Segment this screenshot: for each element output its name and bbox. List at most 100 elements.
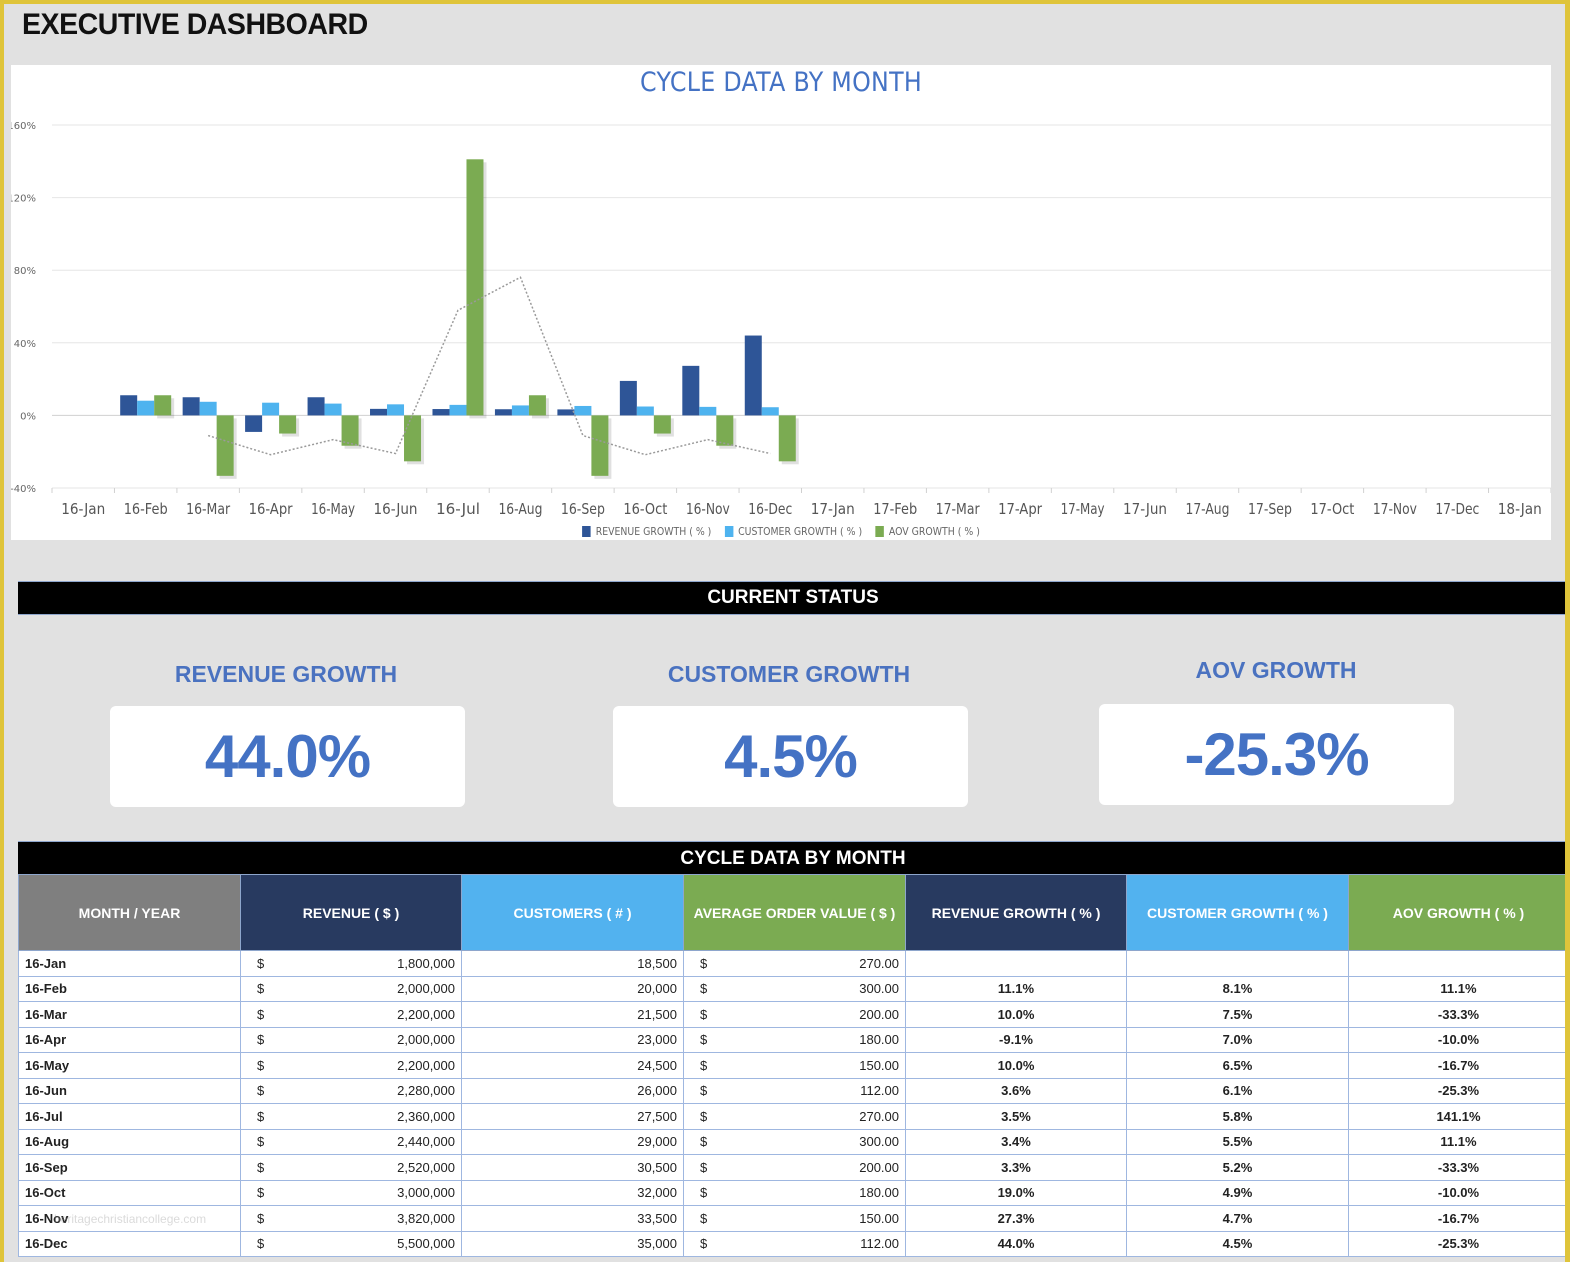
- cell-revenue-growth[interactable]: -9.1%: [905, 1026, 1127, 1053]
- cell-aov[interactable]: $150.00: [683, 1205, 906, 1232]
- cell-revenue-growth[interactable]: 3.6%: [905, 1077, 1127, 1104]
- y-tick-label: 80%: [14, 266, 36, 277]
- cell-revenue[interactable]: $3,820,000: [240, 1205, 462, 1232]
- cell-revenue-growth[interactable]: 44.0%: [905, 1230, 1127, 1257]
- cell-month[interactable]: 16-Dec: [18, 1230, 241, 1257]
- cell-revenue[interactable]: $2,000,000: [240, 975, 462, 1002]
- cell-aov-growth[interactable]: -10.0%: [1348, 1026, 1565, 1053]
- cell-revenue[interactable]: $2,280,000: [240, 1077, 462, 1104]
- cell-revenue-growth[interactable]: 11.1%: [905, 975, 1127, 1002]
- cell-revenue-growth[interactable]: 3.3%: [905, 1154, 1127, 1181]
- cell-revenue-growth[interactable]: [905, 950, 1127, 977]
- cell-month[interactable]: 16-Jun: [18, 1077, 241, 1104]
- cell-month[interactable]: 16-Jan: [18, 950, 241, 977]
- column-header-revenue[interactable]: REVENUE ( $ ): [240, 874, 462, 951]
- cell-month[interactable]: 16-May: [18, 1052, 241, 1079]
- legend-label-aov: AOV GROWTH ( % ): [888, 525, 980, 538]
- cell-month[interactable]: 16-Aug: [18, 1128, 241, 1155]
- cell-month[interactable]: 16-Nov: [18, 1205, 241, 1232]
- cell-aov-growth[interactable]: 11.1%: [1348, 975, 1565, 1002]
- cell-month[interactable]: 16-Apr: [18, 1026, 241, 1053]
- cell-revenue[interactable]: $5,500,000: [240, 1230, 462, 1257]
- cell-aov[interactable]: $112.00: [683, 1230, 906, 1257]
- cell-customer-growth[interactable]: 4.5%: [1126, 1230, 1349, 1257]
- cell-aov-growth[interactable]: 11.1%: [1348, 1128, 1565, 1155]
- cell-customers[interactable]: 29,000: [461, 1128, 684, 1155]
- cell-aov[interactable]: $180.00: [683, 1179, 906, 1206]
- cell-month[interactable]: 16-Mar: [18, 1001, 241, 1028]
- column-header-customers[interactable]: CUSTOMERS ( # ): [461, 874, 684, 951]
- cell-revenue-growth[interactable]: 3.4%: [905, 1128, 1127, 1155]
- cell-revenue[interactable]: $2,200,000: [240, 1052, 462, 1079]
- cell-aov[interactable]: $112.00: [683, 1077, 906, 1104]
- cell-revenue-growth[interactable]: 3.5%: [905, 1103, 1127, 1130]
- cell-aov-growth[interactable]: 141.1%: [1348, 1103, 1565, 1130]
- cell-customers[interactable]: 20,000: [461, 975, 684, 1002]
- cell-revenue-growth[interactable]: 10.0%: [905, 1052, 1127, 1079]
- cell-customers[interactable]: 23,000: [461, 1026, 684, 1053]
- cell-month[interactable]: 16-Jul: [18, 1103, 241, 1130]
- cell-aov[interactable]: $180.00: [683, 1026, 906, 1053]
- cell-aov-growth[interactable]: -25.3%: [1348, 1077, 1565, 1104]
- cell-revenue-value: 2,280,000: [397, 1083, 455, 1099]
- cell-customer-growth[interactable]: 4.7%: [1126, 1205, 1349, 1232]
- cell-revenue-value: 2,520,000: [397, 1159, 455, 1175]
- cell-customers[interactable]: 35,000: [461, 1230, 684, 1257]
- cell-aov-growth[interactable]: -16.7%: [1348, 1052, 1565, 1079]
- cell-aov-growth[interactable]: -16.7%: [1348, 1205, 1565, 1232]
- cell-customer-growth[interactable]: 6.5%: [1126, 1052, 1349, 1079]
- x-tick-label: 17-Jan: [811, 500, 855, 518]
- cell-revenue[interactable]: $2,360,000: [240, 1103, 462, 1130]
- legend-item-revenue[interactable]: REVENUE GROWTH ( % ): [582, 525, 711, 538]
- cell-customer-growth[interactable]: [1126, 950, 1349, 977]
- cell-revenue[interactable]: $3,000,000: [240, 1179, 462, 1206]
- legend-item-customer[interactable]: CUSTOMER GROWTH ( % ): [724, 525, 862, 538]
- cell-aov[interactable]: $270.00: [683, 1103, 906, 1130]
- column-header-month[interactable]: MONTH / YEAR: [18, 874, 241, 951]
- cell-customer-growth[interactable]: 8.1%: [1126, 975, 1349, 1002]
- cell-revenue[interactable]: $2,440,000: [240, 1128, 462, 1155]
- cell-month[interactable]: 16-Sep: [18, 1154, 241, 1181]
- cell-aov-growth[interactable]: -10.0%: [1348, 1179, 1565, 1206]
- cell-aov-growth[interactable]: -33.3%: [1348, 1001, 1565, 1028]
- cell-customers[interactable]: 32,000: [461, 1179, 684, 1206]
- cell-customer-growth[interactable]: 5.8%: [1126, 1103, 1349, 1130]
- column-header-customer-growth[interactable]: CUSTOMER GROWTH ( % ): [1126, 874, 1349, 951]
- cell-revenue-growth[interactable]: 10.0%: [905, 1001, 1127, 1028]
- cell-customer-growth[interactable]: 4.9%: [1126, 1179, 1349, 1206]
- cell-customers[interactable]: 33,500: [461, 1205, 684, 1232]
- cell-customers[interactable]: 18,500: [461, 950, 684, 977]
- cell-aov-growth[interactable]: -25.3%: [1348, 1230, 1565, 1257]
- cell-revenue[interactable]: $2,520,000: [240, 1154, 462, 1181]
- cell-customers[interactable]: 26,000: [461, 1077, 684, 1104]
- cell-customer-growth[interactable]: 5.5%: [1126, 1128, 1349, 1155]
- cell-customer-growth[interactable]: 5.2%: [1126, 1154, 1349, 1181]
- cell-customer-growth[interactable]: 7.0%: [1126, 1026, 1349, 1053]
- cell-revenue-growth[interactable]: 27.3%: [905, 1205, 1127, 1232]
- cell-revenue[interactable]: $1,800,000: [240, 950, 462, 977]
- column-header-aov-growth[interactable]: AOV GROWTH ( % ): [1348, 874, 1565, 951]
- cell-aov[interactable]: $150.00: [683, 1052, 906, 1079]
- legend-item-aov[interactable]: AOV GROWTH ( % ): [875, 525, 980, 538]
- cell-customers[interactable]: 27,500: [461, 1103, 684, 1130]
- column-header-revenue-growth[interactable]: REVENUE GROWTH ( % ): [905, 874, 1127, 951]
- cell-aov[interactable]: $200.00: [683, 1154, 906, 1181]
- cell-aov[interactable]: $270.00: [683, 950, 906, 977]
- cell-aov[interactable]: $200.00: [683, 1001, 906, 1028]
- cell-customer-growth[interactable]: 7.5%: [1126, 1001, 1349, 1028]
- cell-revenue[interactable]: $2,000,000: [240, 1026, 462, 1053]
- cell-aov[interactable]: $300.00: [683, 975, 906, 1002]
- cell-month[interactable]: 16-Oct: [18, 1179, 241, 1206]
- legend-swatch-aov: [875, 526, 884, 537]
- cell-customers[interactable]: 21,500: [461, 1001, 684, 1028]
- cell-revenue[interactable]: $2,200,000: [240, 1001, 462, 1028]
- cell-aov[interactable]: $300.00: [683, 1128, 906, 1155]
- column-header-aov[interactable]: AVERAGE ORDER VALUE ( $ ): [683, 874, 906, 951]
- cell-aov-growth[interactable]: -33.3%: [1348, 1154, 1565, 1181]
- cell-aov-growth[interactable]: [1348, 950, 1565, 977]
- cell-customers[interactable]: 30,500: [461, 1154, 684, 1181]
- cell-customers[interactable]: 24,500: [461, 1052, 684, 1079]
- cell-revenue-growth[interactable]: 19.0%: [905, 1179, 1127, 1206]
- cell-customer-growth[interactable]: 6.1%: [1126, 1077, 1349, 1104]
- cell-month[interactable]: 16-Feb: [18, 975, 241, 1002]
